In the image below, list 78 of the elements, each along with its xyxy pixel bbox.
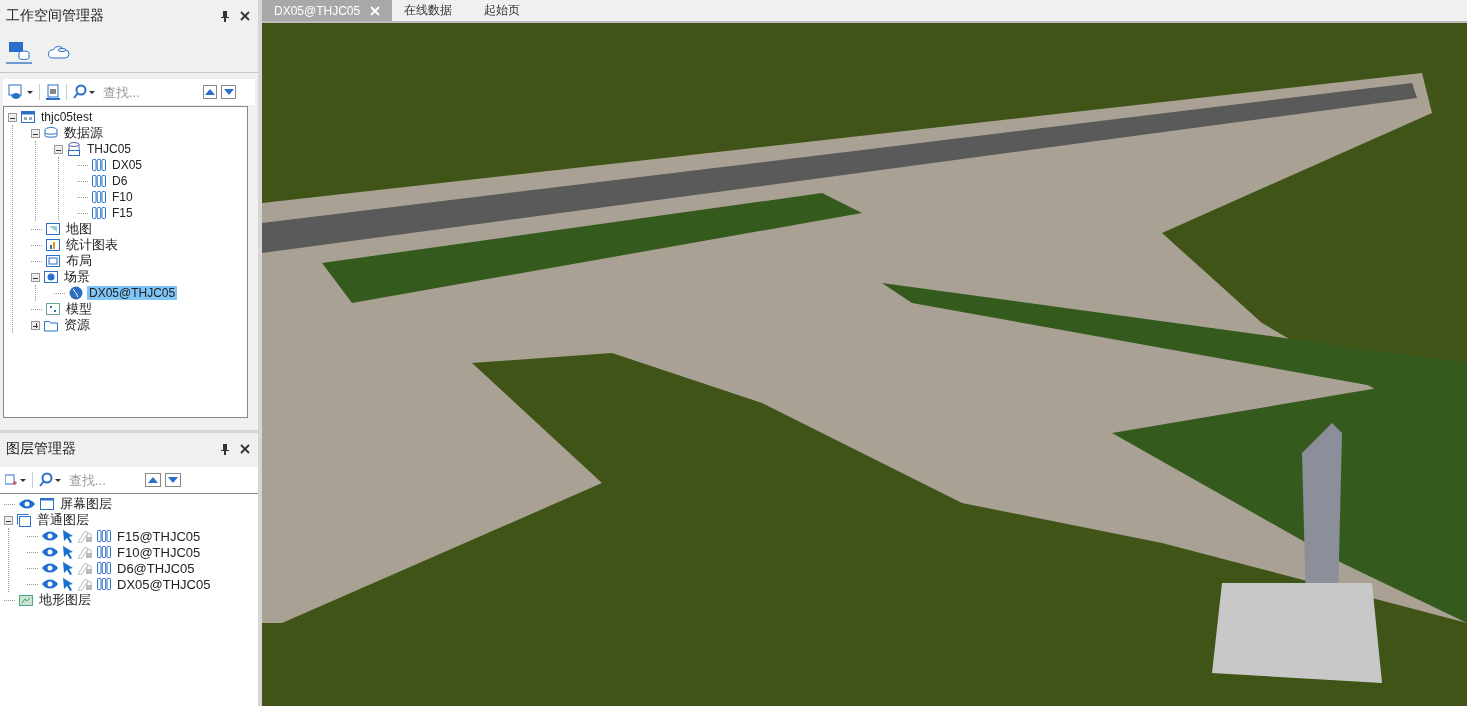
layer-item[interactable]: F15@THJC05 [115,528,203,544]
panel-title: 工作空间管理器 [6,7,105,25]
move-down-button[interactable] [221,85,237,99]
tree-item[interactable]: THJC05 [85,142,133,156]
database-icon [66,141,82,157]
tree-item[interactable]: D6 [110,174,130,188]
search-menu-button[interactable] [37,471,63,489]
tree-item[interactable]: 地图 [64,220,94,238]
scene-icon [43,269,59,285]
pointer-icon[interactable] [62,545,74,559]
database-icon [43,125,59,141]
document-tab[interactable]: 在线数据 [392,0,473,21]
eye-icon[interactable] [41,546,59,558]
pin-icon[interactable] [218,9,232,23]
eye-icon[interactable] [41,530,59,542]
eye-icon[interactable] [18,498,36,510]
move-up-button[interactable] [145,473,161,487]
chart-icon [45,237,61,253]
pointer-icon[interactable] [62,561,74,575]
search-field[interactable]: 查找... [67,471,141,489]
expander-toggle[interactable] [4,515,13,525]
close-icon[interactable] [238,442,252,456]
globe-icon [68,285,84,301]
window-icon [39,496,55,512]
down-triangle-icon [223,89,234,95]
pointer-icon[interactable] [62,529,74,543]
cad-layer-icon [91,157,107,173]
layer-group-icon [16,512,32,528]
tree-item[interactable]: 模型 [64,300,94,318]
cad-layer-icon [91,205,107,221]
layer-item[interactable]: F10@THJC05 [115,544,203,560]
layer-item[interactable]: 地形图层 [37,591,93,609]
expander-toggle[interactable] [54,144,63,154]
model-icon [45,301,61,317]
pin-icon[interactable] [218,442,232,456]
cad-layer-icon [96,576,112,592]
tree-item[interactable]: F10 [110,190,135,204]
tree-item[interactable]: 布局 [64,252,94,270]
expander-toggle[interactable] [31,320,40,330]
expander-toggle[interactable] [31,128,40,138]
cad-layer-icon [91,189,107,205]
expander-toggle[interactable] [31,272,40,282]
panel-title: 图层管理器 [6,440,77,458]
down-triangle-icon [168,477,178,483]
layer-item[interactable]: DX05@THJC05 [115,576,213,592]
expander-toggle[interactable] [8,112,17,122]
move-up-button[interactable] [202,85,218,99]
terrain-icon [18,592,34,608]
up-triangle-icon [205,89,216,95]
tree-item[interactable]: DX05 [110,158,145,172]
tree-item[interactable]: 数据源 [62,124,105,142]
tree-item[interactable]: 统计图表 [64,236,120,254]
close-icon[interactable] [238,9,252,23]
layer-item[interactable]: 普通图层 [35,511,91,529]
tree-item[interactable]: 资源 [62,316,92,334]
workspace-icon [20,109,36,125]
tree-item[interactable]: F15 [110,206,135,220]
search-menu-button[interactable] [70,83,97,101]
import-button[interactable] [43,83,62,101]
move-down-button[interactable] [165,473,181,487]
cad-layer-icon [91,173,107,189]
tree-item[interactable]: DX05@THJC05 [87,286,178,300]
up-triangle-icon [148,477,158,483]
cad-layer-icon [96,528,112,544]
tree-item[interactable]: 场景 [62,268,92,286]
pointer-icon[interactable] [62,577,74,591]
eye-icon[interactable] [41,562,59,574]
map-icon [45,221,61,237]
cad-layer-icon [96,544,112,560]
eye-icon[interactable] [41,578,59,590]
document-tab[interactable]: 起始页 [472,0,553,21]
cad-layer-icon [96,560,112,576]
layer-item[interactable]: D6@THJC05 [115,560,197,576]
tree-item[interactable]: thjc05test [39,110,95,124]
layer-item[interactable]: 屏幕图层 [58,495,114,513]
panel-tab[interactable] [6,40,32,64]
open-menu-button[interactable] [7,83,35,101]
layout-icon [45,253,61,269]
